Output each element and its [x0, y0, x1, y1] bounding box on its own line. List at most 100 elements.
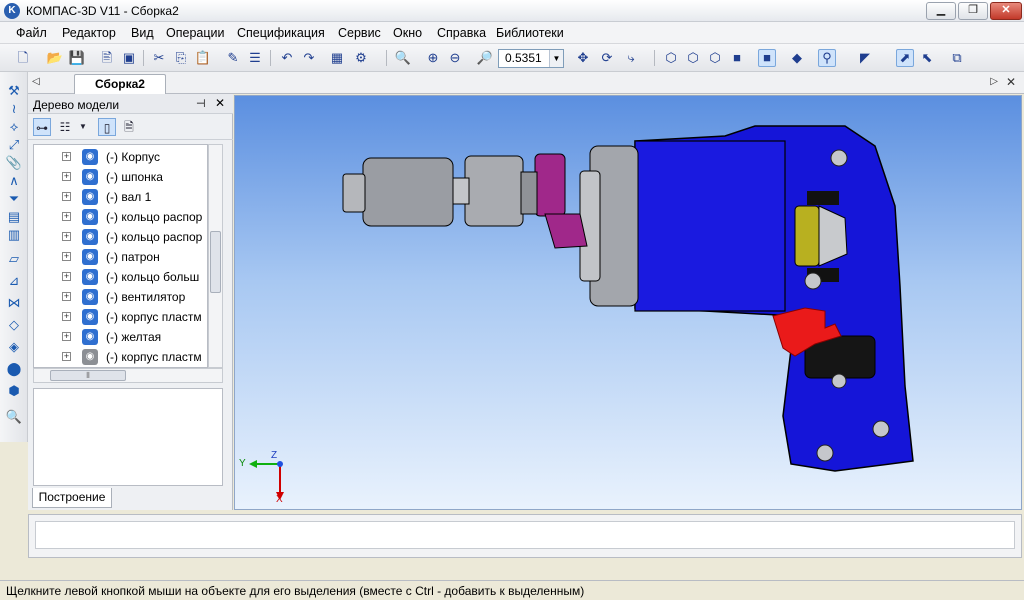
- menu-libraries[interactable]: Библиотеки: [496, 26, 564, 40]
- tree-item[interactable]: + ◉ (-) желтая: [34, 327, 207, 347]
- 3d-viewport[interactable]: Y Z X: [234, 95, 1022, 510]
- undo-icon[interactable]: ↶: [278, 49, 296, 67]
- tree-item[interactable]: + ◉ (-) шпонка: [34, 167, 207, 187]
- halftone-edges-icon[interactable]: ■: [758, 49, 776, 67]
- mate-icon[interactable]: ⟡: [5, 118, 23, 136]
- tree-horizontal-scrollbar[interactable]: ⦀: [33, 368, 223, 383]
- minimize-button[interactable]: ▁: [926, 2, 956, 20]
- cut-icon[interactable]: ✂: [150, 49, 168, 67]
- expand-icon[interactable]: +: [62, 332, 71, 341]
- scrollbar-thumb[interactable]: [210, 231, 221, 293]
- tree-panel-icon[interactable]: ▯: [98, 118, 116, 136]
- rotate-icon[interactable]: ⟳: [598, 49, 616, 67]
- hidden-lines-icon[interactable]: ⬡: [684, 49, 702, 67]
- scroll-tabs-left-icon[interactable]: ◁: [32, 76, 40, 87]
- scrollbar-thumb[interactable]: ⦀: [50, 370, 126, 381]
- tree-item[interactable]: + ◉ (-) корпус пластм: [34, 347, 207, 367]
- pan-icon[interactable]: ✥: [574, 49, 592, 67]
- filter-selection-icon[interactable]: ⚲: [818, 49, 836, 67]
- copy-icon[interactable]: ⎘: [172, 49, 190, 67]
- cursor-select-icon[interactable]: ⬈: [896, 49, 914, 67]
- tree-item[interactable]: + ◉ (-) вентилятор: [34, 287, 207, 307]
- variables-icon[interactable]: ⚙: [352, 49, 370, 67]
- zoom-scale-icon[interactable]: 🔎: [476, 49, 494, 67]
- pin-icon[interactable]: ⊣: [196, 97, 206, 110]
- plane-icon[interactable]: ▱: [5, 250, 23, 268]
- open-folder-icon[interactable]: 📂: [46, 49, 64, 67]
- menu-operations[interactable]: Операции: [166, 26, 224, 40]
- tree-item[interactable]: + ◉ (-) кольцо распор: [34, 227, 207, 247]
- expand-icon[interactable]: +: [62, 232, 71, 241]
- offset-plane-icon[interactable]: ◇: [5, 316, 23, 334]
- menu-file[interactable]: Файл: [16, 26, 47, 40]
- expand-icon[interactable]: +: [62, 352, 71, 361]
- section-icon[interactable]: ⋈: [5, 294, 23, 312]
- zoom-in-icon[interactable]: ⊕: [424, 49, 442, 67]
- tree-vertical-scrollbar[interactable]: [208, 144, 223, 368]
- expand-icon[interactable]: +: [62, 192, 71, 201]
- close-panel-icon[interactable]: ✕: [215, 96, 225, 110]
- expand-icon[interactable]: +: [62, 272, 71, 281]
- expand-icon[interactable]: +: [62, 312, 71, 321]
- drill-assembly-model[interactable]: [235, 96, 1022, 510]
- chevron-down-icon[interactable]: ▼: [74, 118, 92, 136]
- menu-help[interactable]: Справка: [437, 26, 486, 40]
- halftone-icon[interactable]: ■: [728, 49, 746, 67]
- tab-assembly2[interactable]: Сборка2: [74, 74, 166, 95]
- tree-item[interactable]: + ◉ (-) кольцо распор: [34, 207, 207, 227]
- expand-icon[interactable]: +: [62, 152, 71, 161]
- tree-item[interactable]: + ◉ (-) корпус пластм: [34, 307, 207, 327]
- tree-item[interactable]: + ◉ (-) патрон: [34, 247, 207, 267]
- format-painter-icon[interactable]: ✎: [224, 49, 242, 67]
- print-preview-icon[interactable]: 🖹: [98, 49, 116, 67]
- close-button[interactable]: ✕: [990, 2, 1022, 20]
- axis-icon[interactable]: ⊿: [5, 272, 23, 290]
- menu-service[interactable]: Сервис: [338, 26, 381, 40]
- dimension-icon[interactable]: ⤢: [5, 136, 23, 154]
- tree-structure-icon[interactable]: ⊶: [33, 118, 51, 136]
- expand-icon[interactable]: +: [62, 252, 71, 261]
- zoom-out-icon[interactable]: ⊖: [446, 49, 464, 67]
- expand-icon[interactable]: +: [62, 172, 71, 181]
- attach-icon[interactable]: 📎: [5, 154, 23, 172]
- insert-component-icon[interactable]: ⬢: [5, 382, 23, 400]
- manager-icon[interactable]: ⧉: [948, 49, 966, 67]
- tree-item[interactable]: + ◉ (-) вал 1: [34, 187, 207, 207]
- zoom-scale-input[interactable]: 0.5351 ▼: [498, 49, 564, 68]
- measure-icon[interactable]: ⬉: [918, 49, 936, 67]
- library-manager-icon[interactable]: ▦: [328, 49, 346, 67]
- sketch-icon[interactable]: ≀: [5, 100, 23, 118]
- orientation-icon[interactable]: ⤷: [622, 49, 640, 67]
- menu-view[interactable]: Вид: [131, 26, 154, 40]
- properties-icon[interactable]: ▣: [120, 49, 138, 67]
- paste-icon[interactable]: 📋: [194, 49, 212, 67]
- tab-construction[interactable]: Построение: [32, 488, 112, 508]
- filter-icon[interactable]: ⏷: [5, 190, 23, 208]
- report-icon[interactable]: ▤: [5, 208, 23, 226]
- menu-editor[interactable]: Редактор: [62, 26, 116, 40]
- component-icon[interactable]: ⬤: [5, 360, 23, 378]
- restore-button[interactable]: ❐: [958, 2, 988, 20]
- chevron-down-icon[interactable]: ▼: [549, 50, 563, 67]
- thin-hidden-lines-icon[interactable]: ⬡: [706, 49, 724, 67]
- property-panel-field[interactable]: [35, 521, 1015, 549]
- scroll-tabs-right-icon[interactable]: ▷: [990, 76, 998, 87]
- expand-icon[interactable]: +: [62, 212, 71, 221]
- snap-settings-icon[interactable]: ◤: [856, 49, 874, 67]
- new-document-icon[interactable]: 🗋: [14, 49, 32, 67]
- tree-item[interactable]: + ◉ (-) Корпус: [34, 147, 207, 167]
- tree-view-mode-icon[interactable]: ☷: [56, 118, 74, 136]
- edit-assembly-icon[interactable]: ⚒: [5, 82, 23, 100]
- angle-icon[interactable]: ∧: [5, 172, 23, 190]
- redo-icon[interactable]: ↷: [300, 49, 318, 67]
- tree-document-icon[interactable]: 🗎: [120, 118, 138, 136]
- detail-icon[interactable]: ▥: [5, 226, 23, 244]
- search-icon[interactable]: 🔍: [5, 408, 23, 426]
- menu-window[interactable]: Окно: [393, 26, 422, 40]
- perspective-icon[interactable]: ◆: [788, 49, 806, 67]
- expand-icon[interactable]: +: [62, 292, 71, 301]
- zoom-window-icon[interactable]: 🔍: [394, 49, 412, 67]
- close-tab-icon[interactable]: ✕: [1006, 75, 1016, 89]
- menu-specification[interactable]: Спецификация: [237, 26, 325, 40]
- save-icon[interactable]: 💾: [68, 49, 86, 67]
